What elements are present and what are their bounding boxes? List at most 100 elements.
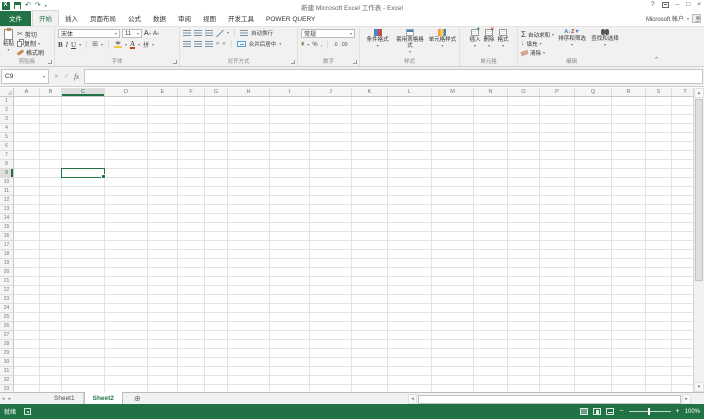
clear-button[interactable]: 清除 ▾: [520, 48, 554, 57]
grow-font-button[interactable]: A˄: [144, 30, 151, 37]
accounting-format-icon[interactable]: ¥: [301, 42, 304, 48]
row-header-4[interactable]: 4: [0, 124, 13, 133]
insert-function-icon[interactable]: fx: [74, 73, 79, 81]
increase-decimal-icon[interactable]: .0: [333, 42, 337, 48]
row-header-1[interactable]: 1: [0, 97, 13, 106]
collapse-ribbon-icon[interactable]: ^: [655, 57, 658, 63]
column-header-Q[interactable]: Q: [575, 88, 612, 96]
format-cells-button[interactable]: 格式 ▾: [498, 29, 509, 48]
minimize-button[interactable]: –: [676, 1, 680, 8]
underline-button[interactable]: U: [71, 41, 76, 49]
vertical-scrollbar-thumb[interactable]: [695, 99, 703, 281]
bold-button[interactable]: B: [58, 41, 63, 49]
cancel-icon[interactable]: ✕: [54, 73, 59, 80]
tab-insert[interactable]: 插入: [59, 11, 84, 26]
vertical-scrollbar[interactable]: ▴ ▾: [693, 88, 704, 392]
row-header-16[interactable]: 16: [0, 232, 13, 241]
borders-button[interactable]: ⊞: [92, 41, 98, 48]
scroll-up-icon[interactable]: ▴: [694, 88, 704, 98]
row-header-3[interactable]: 3: [0, 115, 13, 124]
row-header-7[interactable]: 7: [0, 151, 13, 160]
maximize-button[interactable]: □: [686, 1, 690, 8]
select-all-corner[interactable]: [0, 88, 14, 97]
format-as-table-button[interactable]: 套用表格格式 ▾: [394, 29, 425, 54]
zoom-slider[interactable]: [628, 408, 671, 415]
dialog-launcher-clipboard[interactable]: [48, 60, 52, 64]
scroll-left-icon[interactable]: ◂: [408, 394, 417, 404]
font-size-combo[interactable]: 11 ▾: [122, 29, 142, 38]
selected-cell-C9[interactable]: [61, 168, 106, 179]
row-header-25[interactable]: 25: [0, 313, 13, 322]
row-header-24[interactable]: 24: [0, 304, 13, 313]
decrease-indent-icon[interactable]: «: [216, 41, 219, 47]
phonetic-button[interactable]: 拼: [143, 40, 149, 49]
conditional-formatting-button[interactable]: 条件格式 ▾: [363, 29, 392, 54]
italic-button[interactable]: I: [66, 41, 68, 49]
row-header-8[interactable]: 8: [0, 160, 13, 169]
align-left-icon[interactable]: [183, 41, 191, 47]
row-header-15[interactable]: 15: [0, 223, 13, 232]
column-header-H[interactable]: H: [228, 88, 270, 96]
column-header-B[interactable]: B: [40, 88, 62, 96]
column-header-O[interactable]: O: [508, 88, 540, 96]
decrease-decimal-icon[interactable]: .00: [341, 42, 348, 48]
row-header-22[interactable]: 22: [0, 286, 13, 295]
row-header-11[interactable]: 11: [0, 187, 13, 196]
row-header-20[interactable]: 20: [0, 268, 13, 277]
row-header-9[interactable]: 9: [0, 169, 13, 178]
macro-record-icon[interactable]: [24, 408, 32, 415]
column-header-E[interactable]: E: [148, 88, 178, 96]
tab-data[interactable]: 数据: [147, 11, 172, 26]
increase-indent-icon[interactable]: »: [222, 41, 225, 47]
new-sheet-button[interactable]: ⊕: [134, 394, 141, 404]
cell-styles-button[interactable]: 单元格样式 ▾: [428, 29, 457, 54]
align-middle-icon[interactable]: [194, 30, 202, 36]
align-center-icon[interactable]: [194, 41, 202, 47]
wrap-text-label[interactable]: 自动换行: [251, 29, 273, 37]
row-header-21[interactable]: 21: [0, 277, 13, 286]
zoom-level[interactable]: 100%: [685, 409, 700, 415]
sheet-nav-right-icon[interactable]: ▸: [9, 396, 12, 402]
tab-power-query[interactable]: POWER QUERY: [260, 14, 321, 26]
merge-center-icon[interactable]: [236, 41, 246, 47]
excel-logo-icon[interactable]: [2, 1, 10, 10]
scroll-right-icon[interactable]: ▸: [682, 394, 691, 404]
column-header-G[interactable]: G: [205, 88, 228, 96]
page-break-view-icon[interactable]: [606, 408, 615, 415]
delete-cells-button[interactable]: × 删除 ▾: [483, 27, 494, 48]
find-select-button[interactable]: 查找和选择 ▾: [590, 29, 620, 57]
fill-button[interactable]: ↓ 填充 ▾: [521, 39, 554, 48]
sort-filter-button[interactable]: A↓Z▼ 排序和筛选 ▾: [557, 29, 587, 57]
name-box[interactable]: C9 ▾: [1, 69, 49, 84]
sheet-tab-sheet1[interactable]: Sheet1: [46, 393, 84, 404]
close-button[interactable]: ×: [697, 1, 701, 8]
row-header-33[interactable]: 33: [0, 385, 13, 392]
formula-input[interactable]: [84, 69, 703, 84]
shrink-font-button[interactable]: A˅: [153, 31, 159, 37]
save-icon[interactable]: [14, 2, 21, 9]
column-header-R[interactable]: R: [612, 88, 646, 96]
row-header-6[interactable]: 6: [0, 142, 13, 151]
font-color-button[interactable]: A: [130, 40, 136, 49]
row-header-26[interactable]: 26: [0, 322, 13, 331]
align-bottom-icon[interactable]: [205, 30, 213, 36]
column-header-D[interactable]: D: [105, 88, 148, 96]
column-header-F[interactable]: F: [178, 88, 205, 96]
horizontal-scrollbar[interactable]: ◂ ▸: [408, 394, 691, 404]
column-header-K[interactable]: K: [352, 88, 388, 96]
row-header-28[interactable]: 28: [0, 340, 13, 349]
orientation-icon[interactable]: [216, 29, 224, 37]
column-header-I[interactable]: I: [270, 88, 310, 96]
row-header-14[interactable]: 14: [0, 214, 13, 223]
row-header-2[interactable]: 2: [0, 106, 13, 115]
customize-qat-icon[interactable]: ▾: [45, 3, 47, 8]
tab-home[interactable]: 开始: [32, 10, 59, 26]
align-right-icon[interactable]: [205, 41, 213, 47]
column-header-T[interactable]: T: [672, 88, 693, 96]
row-header-31[interactable]: 31: [0, 367, 13, 376]
row-header-19[interactable]: 19: [0, 259, 13, 268]
dialog-launcher-alignment[interactable]: [291, 60, 295, 64]
tab-developer[interactable]: 开发工具: [222, 11, 260, 26]
zoom-slider-thumb[interactable]: [647, 408, 651, 415]
scroll-down-icon[interactable]: ▾: [694, 382, 704, 392]
